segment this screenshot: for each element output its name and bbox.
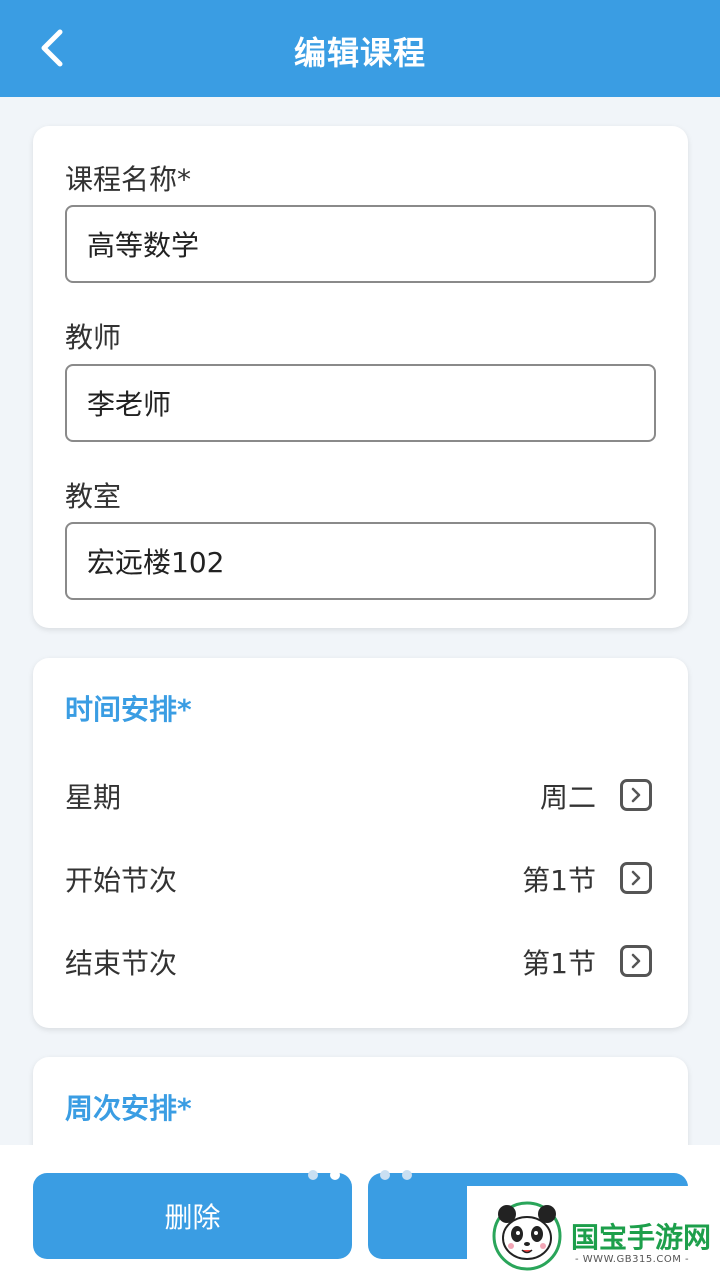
- course-info-card: 课程名称* 教师 教室: [33, 126, 688, 628]
- schedule-card: 时间安排* 星期 周二 开始节次 第1节 结束节次 第1节: [33, 658, 688, 1028]
- app-bar: 编辑课程: [0, 0, 720, 97]
- end-period-label: 结束节次: [65, 947, 178, 980]
- chevron-right-icon[interactable]: [620, 779, 652, 811]
- end-period-row[interactable]: 结束节次 第1节: [65, 928, 656, 988]
- course-name-label: 课程名称*: [65, 163, 192, 196]
- page-indicator-right: [380, 1170, 412, 1180]
- page-dot-active: [330, 1170, 340, 1180]
- chevron-right-icon[interactable]: [620, 945, 652, 977]
- chevron-right-icon[interactable]: [620, 862, 652, 894]
- watermark: 国宝手游网 - WWW.GB315.COM -: [467, 1186, 720, 1280]
- watermark-url: - WWW.GB315.COM -: [575, 1254, 690, 1265]
- teacher-label: 教师: [65, 321, 122, 354]
- weekday-label: 星期: [65, 781, 122, 814]
- teacher-input[interactable]: [65, 364, 656, 442]
- page-dot: [402, 1170, 412, 1180]
- start-period-label: 开始节次: [65, 864, 178, 897]
- schedule-title: 时间安排*: [65, 693, 192, 726]
- delete-button[interactable]: 删除: [33, 1173, 352, 1259]
- page-indicator-left: [308, 1170, 340, 1180]
- classroom-label: 教室: [65, 480, 122, 513]
- weekday-row[interactable]: 星期 周二: [65, 762, 656, 822]
- weekday-value: 周二: [539, 781, 596, 814]
- start-period-value: 第1节: [522, 864, 596, 897]
- course-name-input[interactable]: [65, 205, 656, 283]
- start-period-row[interactable]: 开始节次 第1节: [65, 845, 656, 905]
- end-period-value: 第1节: [522, 947, 596, 980]
- page-title: 编辑课程: [293, 34, 426, 72]
- weeks-title: 周次安排*: [65, 1092, 192, 1125]
- classroom-input[interactable]: [65, 522, 656, 600]
- panda-logo-icon: [492, 1201, 562, 1271]
- page-dot: [380, 1170, 390, 1180]
- watermark-text: 国宝手游网: [571, 1221, 712, 1254]
- page-dot: [308, 1170, 318, 1180]
